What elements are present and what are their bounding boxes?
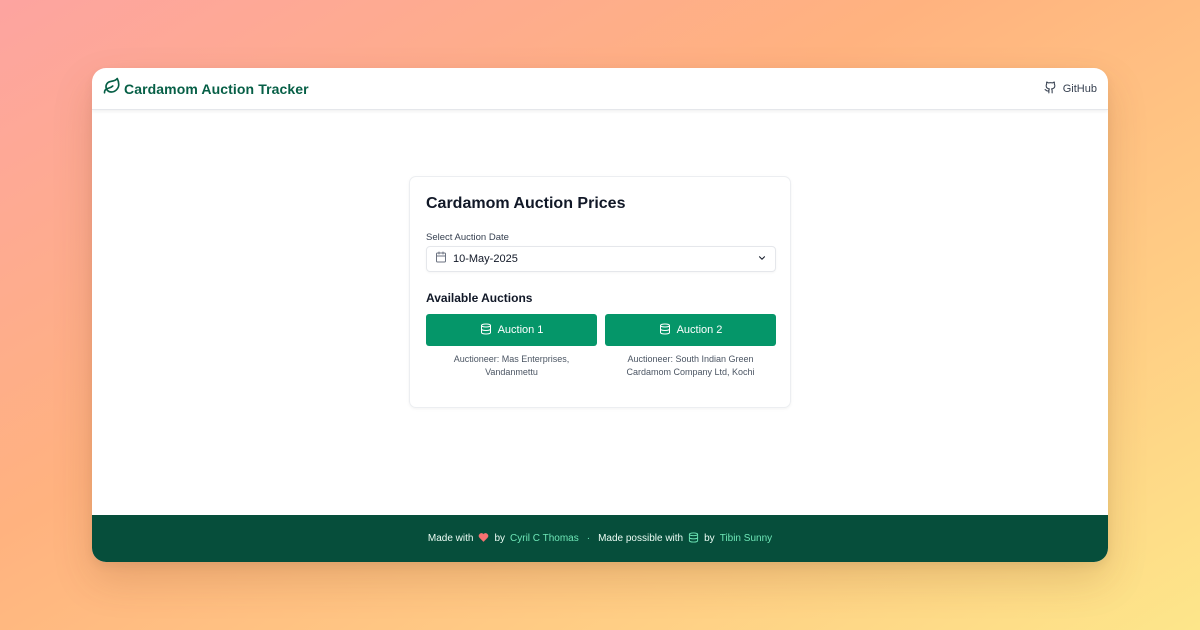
github-icon — [1044, 81, 1057, 97]
footer-made-possible: Made possible with by Tibin Sunny — [598, 531, 772, 546]
auction-1-button[interactable]: Auction 1 — [426, 314, 597, 346]
brand-title: Cardamom Auction Tracker — [124, 80, 309, 97]
auction-2-label: Auction 2 — [676, 324, 723, 336]
database-icon — [480, 323, 492, 338]
chevron-down-icon — [757, 250, 767, 268]
made-with-text: Made with — [427, 533, 474, 544]
by-text: by — [704, 533, 715, 544]
navbar: Cardamom Auction Tracker GitHub — [92, 68, 1108, 110]
footer: Made with by Cyril C Thomas · Made possi… — [92, 515, 1108, 562]
author-link[interactable]: Cyril C Thomas — [510, 533, 579, 544]
by-text: by — [494, 533, 506, 544]
database-icon — [659, 323, 671, 338]
auction-item: Auction 1 Auctioneer: Mas Enterprises, V… — [426, 314, 597, 379]
footer-separator: · — [586, 533, 591, 544]
auction-1-auctioneer: Auctioneer: Mas Enterprises, Vandanmettu — [453, 354, 570, 377]
footer-made-with: Made with by Cyril C Thomas — [428, 532, 579, 546]
github-link[interactable]: GitHub — [1044, 81, 1097, 97]
auction-date-select[interactable]: 10-May-2025 — [426, 246, 776, 272]
selected-date: 10-May-2025 — [453, 253, 518, 265]
brand[interactable]: Cardamom Auction Tracker — [103, 77, 309, 100]
leaf-icon — [103, 77, 121, 100]
github-label: GitHub — [1062, 82, 1097, 95]
available-auctions-heading: Available Auctions — [426, 291, 533, 305]
auction-1-label: Auction 1 — [497, 324, 544, 336]
heart-icon — [478, 532, 489, 546]
app-window: Cardamom Auction Tracker GitHub Cardamom… — [92, 68, 1108, 562]
auction-card: Cardamom Auction Prices Select Auction D… — [409, 176, 791, 408]
auction-item: Auction 2 Auctioneer: South Indian Green… — [605, 314, 776, 379]
database-icon — [688, 531, 699, 546]
main-content: Cardamom Auction Prices Select Auction D… — [92, 110, 1108, 515]
made-possible-text: Made possible with — [598, 533, 684, 544]
contributor-link[interactable]: Tibin Sunny — [720, 533, 772, 544]
calendar-icon — [435, 250, 453, 268]
card-title: Cardamom Auction Prices — [426, 195, 626, 212]
date-label: Select Auction Date — [426, 232, 509, 243]
auction-2-button[interactable]: Auction 2 — [605, 314, 776, 346]
auction-list: Auction 1 Auctioneer: Mas Enterprises, V… — [426, 314, 776, 379]
auction-2-auctioneer: Auctioneer: South Indian Green Cardamom … — [626, 354, 755, 377]
